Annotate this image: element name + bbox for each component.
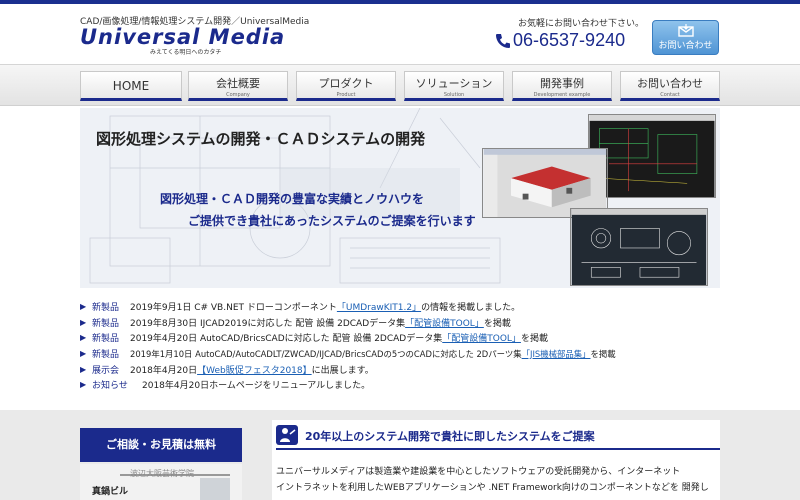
building-name: 真鍋ビル bbox=[92, 487, 129, 497]
news-item: ▶ 展示会 2018年4月20日 【Web販促フェスタ2018】 に出展します。 bbox=[80, 361, 720, 377]
news-link[interactable]: 「配管設備TOOL」 bbox=[405, 316, 484, 329]
logo-subtitle: みえてくる明日へのカタチ bbox=[150, 49, 222, 56]
hero-title: 図形処理システムの開発・ＣＡＤシステムの開発 bbox=[96, 130, 426, 148]
triangle-bullet-icon: ▶ bbox=[80, 364, 87, 374]
free-consultation-banner[interactable]: ご相談・お見積は無料 bbox=[80, 428, 242, 462]
nav-sublabel: Development example bbox=[533, 92, 591, 98]
news-text: 2019年1月10日 AutoCAD/AutoCADLT/ZWCAD/IJCAD… bbox=[130, 348, 522, 359]
triangle-bullet-icon: ▶ bbox=[80, 317, 87, 327]
nav-solution[interactable]: ソリューション Solution bbox=[404, 71, 504, 101]
nav-product[interactable]: プロダクト Product bbox=[296, 71, 396, 101]
intro-paragraph-line1: ユニバーサルメディアは製造業や建設業を中心としたソフトウェアの受託開発から、イン… bbox=[276, 467, 681, 477]
news-text-after: を掲載 bbox=[520, 334, 548, 345]
news-category: お知らせ bbox=[92, 381, 128, 392]
news-item: ▶ 新製品 2019年9月1日 C# VB.NET ドローコンポーネント 「UM… bbox=[80, 299, 720, 315]
news-item: ▶ 新製品 2019年8月30日 IJCAD2019に対応した 配管 設備 2D… bbox=[80, 315, 720, 331]
phone-icon bbox=[494, 32, 512, 50]
nav-label: 開発事例 bbox=[540, 77, 584, 90]
contact-note: お気軽にお問い合わせ下さい。 bbox=[518, 19, 645, 29]
news-text: 2019年8月30日 IJCAD2019に対応した 配管 設備 2DCADデータ… bbox=[130, 318, 406, 329]
news-text-after: に出展します。 bbox=[311, 365, 374, 376]
news-item: ▶ 新製品 2019年1月10日 AutoCAD/AutoCADLT/ZWCAD… bbox=[80, 346, 720, 362]
news-category: 新製品 bbox=[92, 334, 120, 345]
nav-label: プロダクト bbox=[318, 77, 374, 90]
news-category: 新製品 bbox=[92, 318, 120, 329]
main-navigation: HOME 会社概要 Company プロダクト Product ソリューション … bbox=[0, 64, 800, 106]
triangle-bullet-icon: ▶ bbox=[80, 302, 87, 312]
nav-label: HOME bbox=[112, 79, 150, 93]
hero-tagline-line2: ご提供でき貴社にあったシステムのご提案を行います bbox=[188, 214, 476, 228]
cad-screenshot-mechanical bbox=[570, 208, 708, 286]
nav-sublabel: Company bbox=[226, 92, 250, 98]
mail-icon bbox=[677, 24, 694, 37]
news-text-after: の情報を掲載しました。 bbox=[421, 303, 521, 314]
inquiry-button-label: お問い合わせ bbox=[658, 41, 713, 51]
hero-banner: 図形処理システムの開発・ＣＡＤシステムの開発 図形処理・ＣＡＤ開発の豊富な実績と… bbox=[80, 108, 720, 288]
news-list: ▶ 新製品 2019年9月1日 C# VB.NET ドローコンポーネント 「UM… bbox=[80, 299, 720, 393]
news-item: ▶ 新製品 2019年4月20日 AutoCAD/BricsCADに対応した 配… bbox=[80, 330, 720, 346]
site-logo[interactable]: Universal Media bbox=[80, 25, 285, 49]
heading-underline bbox=[276, 448, 720, 450]
news-text: 2018年4月20日ホームページをリニューアルしました。 bbox=[142, 381, 371, 392]
nav-company[interactable]: 会社概要 Company bbox=[188, 71, 288, 101]
news-link[interactable]: 「JIS機械部品集」 bbox=[522, 348, 591, 360]
news-item: ▶ お知らせ 2018年4月20日ホームページをリニューアルしました。 bbox=[80, 377, 720, 393]
nav-sublabel: Contact bbox=[660, 92, 680, 98]
intro-paragraph-line2: イントラネットを利用したWEBアプリケーションや .NET Framework向… bbox=[276, 483, 709, 493]
news-category: 新製品 bbox=[92, 303, 120, 314]
nav-label: お問い合わせ bbox=[637, 77, 703, 90]
news-link[interactable]: 「UMDrawKIT1.2」 bbox=[337, 300, 421, 313]
phone-number[interactable]: 06-6537-9240 bbox=[513, 30, 625, 51]
news-text: 2019年9月1日 C# VB.NET ドローコンポーネント bbox=[130, 303, 337, 314]
triangle-bullet-icon: ▶ bbox=[80, 380, 87, 390]
news-text-after: を掲載 bbox=[483, 318, 511, 329]
site-header: CAD/画像処理/情報処理システム開発／UniversalMedia Unive… bbox=[0, 4, 800, 64]
office-building-photo: 波辺大阪芸術学院 真鍋ビル bbox=[80, 464, 242, 500]
nav-sublabel: Product bbox=[336, 92, 356, 98]
news-category: 新製品 bbox=[92, 350, 120, 361]
triangle-bullet-icon: ▶ bbox=[80, 349, 87, 359]
news-text: 2019年4月20日 AutoCAD/BricsCADに対応した 配管 設備 2… bbox=[130, 334, 443, 345]
building-sign-text: 波辺大阪芸術学院 bbox=[130, 469, 194, 478]
news-link[interactable]: 「配管設備TOOL」 bbox=[442, 331, 521, 344]
triangle-bullet-icon: ▶ bbox=[80, 333, 87, 343]
nav-sublabel: Solution bbox=[443, 92, 465, 98]
nav-contact[interactable]: お問い合わせ Contact bbox=[620, 71, 720, 101]
news-category: 展示会 bbox=[92, 365, 120, 376]
inquiry-button[interactable]: お問い合わせ bbox=[652, 20, 719, 55]
section-heading: 20年以上のシステム開発で貴社に即したシステムをご提案 bbox=[305, 430, 595, 443]
nav-development-example[interactable]: 開発事例 Development example bbox=[512, 71, 612, 101]
person-pointer-icon bbox=[276, 425, 298, 445]
nav-label: ソリューション bbox=[415, 77, 493, 90]
news-link[interactable]: 【Web販促フェスタ2018】 bbox=[197, 363, 312, 376]
nav-home[interactable]: HOME bbox=[80, 71, 182, 101]
news-text-after: を掲載 bbox=[590, 348, 616, 359]
nav-label: 会社概要 bbox=[216, 77, 260, 90]
hero-tagline-line1: 図形処理・ＣＡＤ開発の豊富な実績とノウハウを bbox=[160, 192, 425, 206]
news-text: 2018年4月20日 bbox=[130, 365, 198, 376]
